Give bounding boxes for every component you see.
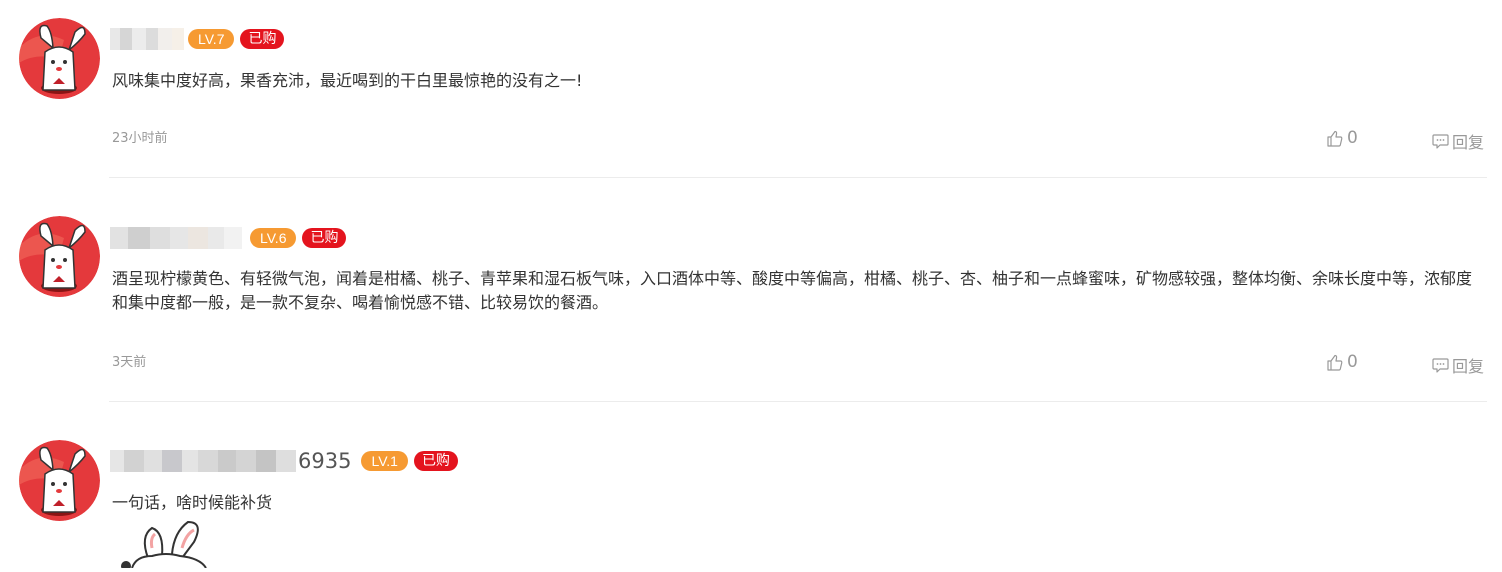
purchased-badge: 已购 — [302, 228, 347, 248]
level-badge: LV.6 — [250, 228, 297, 248]
comment-divider — [109, 177, 1487, 178]
rabbit-avatar-icon — [19, 440, 100, 521]
comment-text: 酒呈现柠檬黄色、有轻微气泡，闻着是柑橘、桃子、青苹果和湿石板气味，入口酒体中等、… — [112, 269, 1473, 312]
reply-label: 回复 — [1452, 357, 1485, 376]
username-suffix[interactable]: 6935 — [298, 448, 351, 474]
reply-label: 回复 — [1452, 133, 1485, 152]
comment-divider — [109, 401, 1487, 402]
thumbs-up-icon — [1327, 354, 1343, 371]
comment-time: 3天前 — [112, 355, 147, 370]
purchased-badge: 已购 — [413, 451, 458, 471]
like-button[interactable]: 0 — [1326, 352, 1358, 372]
user-avatar[interactable] — [19, 440, 100, 521]
level-badge: LV.1 — [361, 451, 408, 471]
rabbit-avatar-icon — [19, 18, 100, 99]
comment-bubble-icon — [1432, 358, 1449, 373]
blurred-username[interactable] — [110, 28, 184, 50]
comment-bubble-icon — [1432, 134, 1449, 149]
reply-button[interactable]: 回复 — [1432, 129, 1484, 153]
blurred-username[interactable] — [110, 227, 242, 249]
purchased-badge: 已购 — [240, 29, 285, 49]
like-count: 0 — [1347, 128, 1358, 148]
user-avatar[interactable] — [19, 216, 100, 297]
blurred-username[interactable] — [110, 450, 296, 472]
user-name-row: 6935 LV.1 已购 — [110, 448, 458, 474]
rabbit-sticker-icon — [121, 520, 207, 571]
user-avatar[interactable] — [19, 18, 100, 99]
comment-text: 风味集中度好高，果香充沛，最近喝到的干白里最惊艳的没有之一! — [112, 71, 583, 90]
comment-time: 23小时前 — [112, 131, 168, 146]
thumbs-up-icon — [1327, 130, 1343, 147]
like-button[interactable]: 0 — [1326, 128, 1358, 148]
reply-button[interactable]: 回复 — [1432, 353, 1484, 377]
level-badge: LV.7 — [188, 29, 235, 49]
like-count: 0 — [1347, 352, 1358, 372]
comment-text: 一句话，啥时候能补货 — [112, 493, 273, 512]
rabbit-sticker-image[interactable] — [110, 518, 230, 571]
rabbit-avatar-icon — [19, 216, 100, 297]
user-name-row: LV.7 已购 — [110, 26, 285, 52]
user-name-row: LV.6 已购 — [110, 225, 347, 251]
